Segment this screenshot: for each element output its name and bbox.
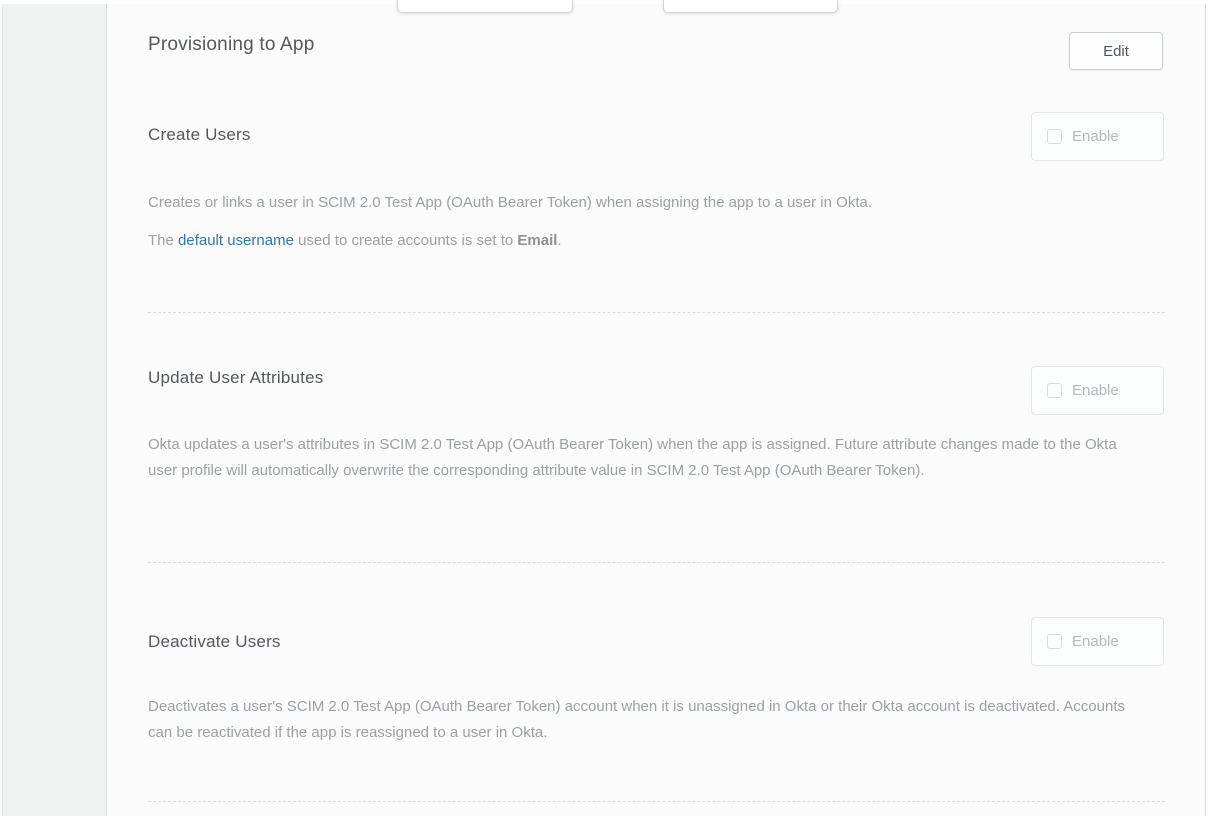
deactivate-users-description: Deactivates a user's SCIM 2.0 Test App (… <box>148 694 1150 746</box>
enable-checkbox[interactable] <box>1047 383 1062 398</box>
section-divider <box>148 562 1165 563</box>
section-title-create-users: Create Users <box>148 125 251 145</box>
default-username-link[interactable]: default username <box>178 232 294 249</box>
note-text: used to create accounts is set to <box>294 232 517 249</box>
note-bold-value: Email <box>517 232 557 249</box>
note-text: . <box>557 232 561 249</box>
top-cropped-field-2[interactable] <box>663 0 838 13</box>
edit-button[interactable]: Edit <box>1069 32 1163 70</box>
note-text: The <box>148 232 178 249</box>
default-username-note: The default username used to create acco… <box>148 228 1150 254</box>
top-cropped-field-1[interactable] <box>397 0 573 13</box>
create-users-description: Creates or links a user in SCIM 2.0 Test… <box>148 190 1150 216</box>
enable-toggle-create-users[interactable]: Enable <box>1031 112 1164 161</box>
section-divider <box>148 312 1165 313</box>
enable-toggle-update-user-attributes[interactable]: Enable <box>1031 366 1164 415</box>
page-title: Provisioning to App <box>148 34 314 56</box>
provisioning-panel: Provisioning to App Edit Create Users En… <box>108 4 1206 816</box>
section-title-update-user-attributes: Update User Attributes <box>148 368 323 388</box>
enable-label: Enable <box>1072 382 1119 399</box>
enable-checkbox[interactable] <box>1047 634 1062 649</box>
section-divider <box>148 801 1165 802</box>
enable-label: Enable <box>1072 128 1119 145</box>
enable-checkbox[interactable] <box>1047 129 1062 144</box>
section-title-deactivate-users: Deactivate Users <box>148 632 281 652</box>
update-user-attributes-description: Okta updates a user's attributes in SCIM… <box>148 432 1144 484</box>
enable-label: Enable <box>1072 633 1119 650</box>
enable-toggle-deactivate-users[interactable]: Enable <box>1031 617 1164 666</box>
left-sidebar <box>2 4 107 816</box>
